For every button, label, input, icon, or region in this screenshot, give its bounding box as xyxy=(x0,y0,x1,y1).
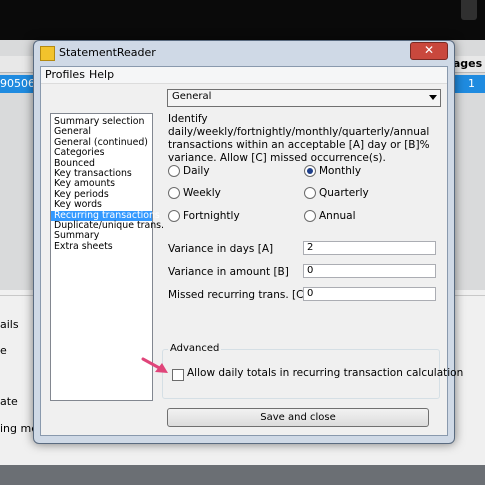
missed-recurring-label: Missed recurring trans. [C] xyxy=(168,289,308,301)
background-close-glyph xyxy=(461,0,477,20)
profile-dropdown[interactable]: General xyxy=(167,89,441,107)
radio-label: Quarterly xyxy=(319,187,369,199)
close-icon: ✕ xyxy=(423,43,435,57)
advanced-legend: Advanced xyxy=(168,343,222,354)
section-list-item[interactable]: Key words xyxy=(51,199,152,210)
dropdown-value: General xyxy=(172,91,212,102)
menu-help[interactable]: Help xyxy=(89,68,114,81)
background-label: e xyxy=(0,344,7,357)
section-list[interactable]: Summary selection General General (continu… xyxy=(50,113,164,401)
variance-amount-label: Variance in amount [B] xyxy=(168,266,289,278)
allow-daily-totals-checkbox[interactable] xyxy=(172,369,184,381)
section-list-item[interactable]: Categories xyxy=(51,147,152,158)
close-button[interactable]: ✕ xyxy=(410,42,448,60)
variance-amount-input[interactable]: 0 xyxy=(303,264,436,278)
radio-label: Daily xyxy=(183,165,210,177)
radio-indicator xyxy=(168,187,180,199)
radio-label: Monthly xyxy=(319,165,362,177)
radio-indicator xyxy=(168,165,180,177)
background-label: ate xyxy=(0,395,18,408)
radio-label: Weekly xyxy=(183,187,221,199)
chevron-down-icon xyxy=(429,95,437,100)
row-pages: 1 xyxy=(468,77,475,90)
section-description: Identify daily/weekly/fortnightly/monthl… xyxy=(168,113,430,164)
menu-bar: Profiles Help xyxy=(41,67,447,84)
radio-indicator xyxy=(304,165,316,177)
variance-days-label: Variance in days [A] xyxy=(168,243,274,255)
background-bottom xyxy=(0,465,485,485)
allow-daily-totals-label[interactable]: Allow daily totals in recurring transact… xyxy=(187,367,463,379)
dialog-client-area: Profiles Help Summary selection General Ge… xyxy=(40,66,463,436)
statementreader-dialog: StatementReader ✕ Profiles Help Summary … xyxy=(33,40,463,444)
variance-days-input[interactable]: 2 xyxy=(303,241,436,255)
radio-label: Fortnightly xyxy=(183,210,240,222)
radio-indicator xyxy=(304,187,316,199)
save-and-close-button[interactable]: Save and close xyxy=(167,408,429,427)
radio-label: Annual xyxy=(319,210,356,222)
radio-indicator xyxy=(168,210,180,222)
section-list-item[interactable]: Extra sheets xyxy=(51,241,152,252)
radio-indicator xyxy=(304,210,316,222)
missed-recurring-input[interactable]: 0 xyxy=(303,287,436,301)
background-titlebar xyxy=(0,0,485,40)
dialog-title: StatementReader xyxy=(59,46,156,59)
annotation-arrow-icon xyxy=(141,357,168,373)
app-icon xyxy=(40,46,55,61)
menu-profiles[interactable]: Profiles xyxy=(45,68,85,81)
background-label: ails xyxy=(0,318,19,331)
dialog-titlebar[interactable]: StatementReader ✕ xyxy=(34,41,454,65)
